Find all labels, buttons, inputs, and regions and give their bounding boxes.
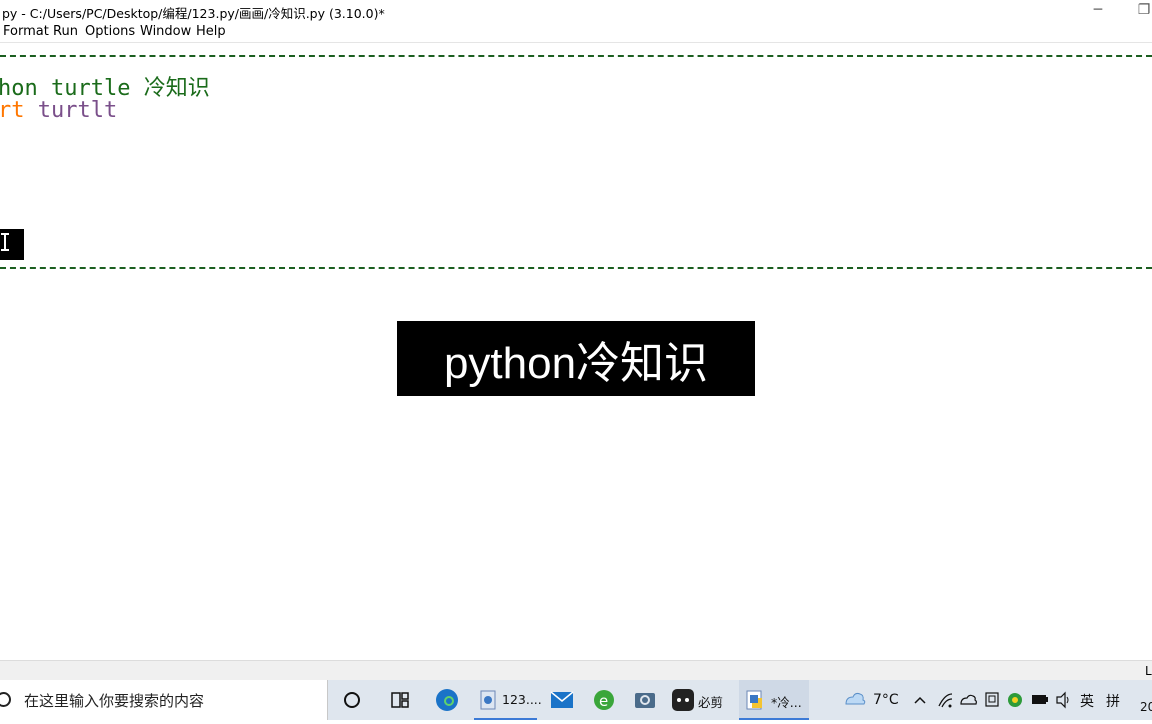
weather-widget[interactable]: 7°C: [842, 680, 902, 720]
menu-window[interactable]: Window: [140, 24, 191, 39]
line-indicator: L: [1145, 664, 1152, 678]
module-name-text: turtlt: [24, 98, 118, 123]
cortana-icon: [344, 692, 360, 708]
separator-bottom: [0, 267, 1152, 269]
python-file-icon: [480, 690, 496, 710]
mail-taskbar-button[interactable]: [548, 680, 576, 720]
video-caption-banner: python冷知识: [397, 321, 755, 396]
menu-format[interactable]: Format: [3, 24, 49, 39]
edge-taskbar-button[interactable]: [432, 680, 462, 720]
restore-button[interactable]: ❐: [1121, 0, 1152, 22]
idle-taskbar-button[interactable]: *冷...: [739, 680, 809, 720]
menu-help[interactable]: Help: [196, 24, 226, 39]
ime-language-toggle[interactable]: 英: [1080, 680, 1096, 720]
app-idle-label: *冷...: [771, 695, 802, 710]
taskbar-search-box[interactable]: 在这里输入你要搜索的内容: [0, 680, 328, 720]
wifi-icon: [938, 693, 953, 708]
onedrive-tray-item[interactable]: [958, 680, 978, 720]
taskbar: 在这里输入你要搜索的内容 123.... e 必剪 *冷... 7°C 英 拼 …: [0, 680, 1152, 720]
app-123-label: 123....: [502, 692, 542, 707]
security-tray-item[interactable]: [1006, 680, 1024, 720]
search-placeholder: 在这里输入你要搜索的内容: [24, 692, 205, 710]
chevron-up-icon: [914, 696, 926, 704]
menu-bar: Format Run Options Window Help: [0, 22, 1152, 43]
ime-lang-text: 英: [1080, 694, 1094, 710]
weather-temp: 7°C: [873, 692, 899, 708]
ibeam-cursor-icon: [1, 233, 9, 251]
cortana-button[interactable]: [338, 680, 366, 720]
separator-top: [0, 55, 1152, 57]
app-bijian-label: 必剪: [698, 695, 724, 710]
ime-mode-text: 拼: [1106, 694, 1120, 710]
browser-e-icon: e: [594, 690, 614, 710]
mail-icon: [550, 691, 574, 708]
bijian-taskbar-button[interactable]: 必剪: [670, 680, 732, 720]
edge-icon: [436, 689, 458, 711]
cloud-icon: [960, 694, 977, 705]
minimize-button[interactable]: ─: [1075, 0, 1121, 22]
app-tray-item[interactable]: [983, 680, 1001, 720]
tray-overflow-button[interactable]: [912, 680, 928, 720]
explorer-123-taskbar-button[interactable]: 123....: [474, 680, 542, 720]
ime-mode-toggle[interactable]: 拼: [1106, 680, 1124, 720]
clock-text: 20: [1140, 700, 1152, 714]
menu-run[interactable]: Run: [53, 24, 78, 39]
bijian-app-icon: [672, 689, 694, 711]
menu-options[interactable]: Options: [85, 24, 135, 39]
browser-taskbar-button[interactable]: e: [590, 680, 618, 720]
code-line-2: rt turtlt: [0, 98, 117, 123]
security-shield-icon: [1008, 693, 1022, 707]
battery-icon: [1032, 695, 1048, 704]
camera-icon: [635, 693, 655, 708]
python-idle-icon: [746, 690, 762, 710]
weather-cloud-icon: [845, 692, 866, 705]
code-editor[interactable]: hon turtle 冷知识 rt turtlt python冷知识: [0, 43, 1152, 660]
window-title: py - C:/Users/PC/Desktop/编程/123.py/画画/冷知…: [2, 6, 385, 21]
speaker-icon: [1056, 691, 1069, 709]
network-tray-item[interactable]: [936, 680, 954, 720]
task-view-icon: [391, 692, 409, 708]
volume-tray-item[interactable]: [1054, 680, 1072, 720]
battery-tray-item[interactable]: [1030, 680, 1050, 720]
keyword-text: rt: [0, 98, 25, 123]
title-bar: py - C:/Users/PC/Desktop/编程/123.py/画画/冷知…: [0, 0, 1152, 22]
search-icon: [0, 692, 11, 707]
status-bar: L: [0, 660, 1152, 681]
shield-tray-icon: [985, 692, 999, 707]
task-view-button[interactable]: [386, 680, 414, 720]
camera-taskbar-button[interactable]: [631, 680, 659, 720]
svg-text:e: e: [599, 692, 608, 710]
clock[interactable]: 20: [1140, 680, 1152, 720]
